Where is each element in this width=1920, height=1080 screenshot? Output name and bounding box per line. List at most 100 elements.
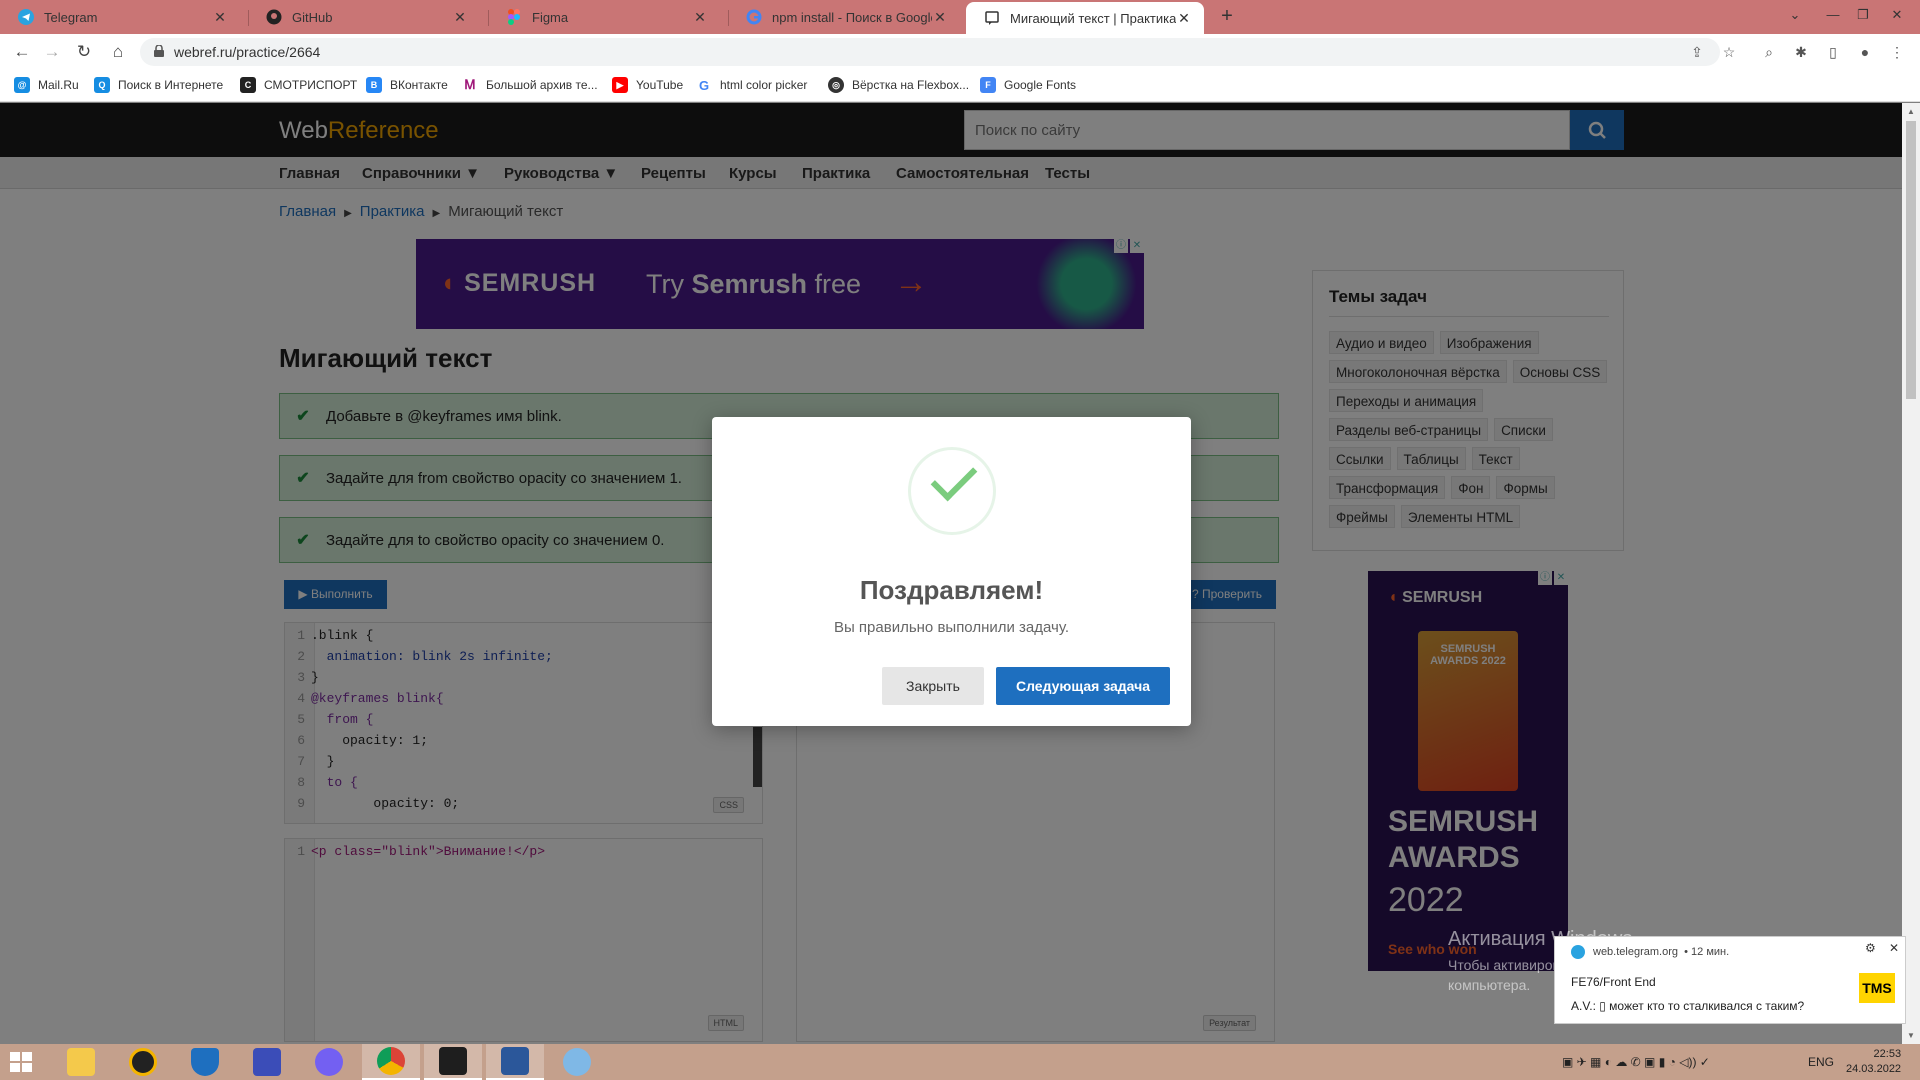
bookmark-smotrisport[interactable]: С СМОТРИСПОРТ (240, 77, 357, 93)
word-icon[interactable] (486, 1044, 544, 1080)
next-task-button[interactable]: Следующая задача (996, 667, 1170, 705)
bookmark-flexbox[interactable]: ◎ Вёрстка на Flexbox... (828, 77, 969, 93)
archive-icon: Ꮇ (462, 77, 478, 93)
windows-taskbar: ▣ ✈ ▦ ◐ ☁ ✆ ▣ ▮ ◔ ◁)) ✓ ENG 22:53 24.03.2… (0, 1044, 1920, 1080)
tab-title: Мигающий текст | Практика | W (1010, 10, 1176, 26)
defender-icon[interactable] (176, 1044, 234, 1080)
telegram-icon (18, 9, 34, 25)
close-tab-icon[interactable]: ✕ (452, 9, 468, 26)
scroll-up-icon[interactable]: ▲ (1907, 107, 1915, 116)
smotrisport-icon: С (240, 77, 256, 93)
tray-icons[interactable]: ▣ ✈ ▦ ◐ ☁ ✆ ▣ ▮ ◔ ◁)) ✓ (1562, 1055, 1710, 1069)
notification-message: A.V.: ▯ может кто то сталкивался с таким… (1571, 999, 1805, 1013)
success-check-icon (908, 447, 996, 535)
google-fonts-icon: F (980, 77, 996, 93)
bookmark-label: Поиск в Интернете (118, 78, 224, 92)
notification-source: web.telegram.org • 12 мин. (1571, 945, 1729, 959)
bookmark-label: Mail.Ru (38, 78, 79, 92)
url-text: webref.ru/practice/2664 (174, 44, 321, 60)
new-tab-button[interactable]: + (1214, 4, 1240, 30)
back-button[interactable]: ← (10, 40, 34, 64)
modal-message: Вы правильно выполнили задачу. (833, 619, 1070, 636)
bookmark-label: html color picker (720, 78, 808, 92)
tab-active-page[interactable]: Мигающий текст | Практика | W ✕ (966, 2, 1204, 34)
close-button[interactable]: Закрыть (882, 667, 984, 705)
figma-icon[interactable] (424, 1044, 482, 1080)
viber-icon[interactable] (300, 1044, 358, 1080)
bookmark-label: СМОТРИСПОРТ (264, 78, 358, 92)
tab-title: Figma (532, 9, 569, 25)
clock-time: 22:53 (1873, 1048, 1902, 1060)
scroll-down-icon[interactable]: ▼ (1907, 1031, 1915, 1040)
paint-icon[interactable] (548, 1044, 606, 1080)
bookmark-google-fonts[interactable]: F Google Fonts (980, 77, 1076, 93)
language-indicator[interactable]: ENG (1808, 1055, 1834, 1069)
close-tab-icon[interactable]: ✕ (692, 9, 708, 26)
google-icon: G (696, 77, 712, 93)
globe-icon: ◎ (828, 77, 844, 93)
save-disk-icon[interactable] (238, 1044, 296, 1080)
reload-button[interactable]: ↻ (72, 40, 96, 64)
bookmark-label: ВКонтакте (390, 78, 448, 92)
figma-icon (506, 9, 522, 25)
tab-figma[interactable]: Figma ✕ (488, 0, 720, 34)
forward-button[interactable]: → (40, 40, 64, 64)
close-tab-icon[interactable]: ✕ (212, 9, 228, 26)
bookmark-archive[interactable]: Ꮇ Большой архив те... (462, 77, 598, 93)
scrollbar-thumb[interactable] (1906, 121, 1916, 399)
page-icon (984, 10, 1000, 26)
bookmark-mailru[interactable]: @ Mail.Ru (14, 77, 79, 93)
success-modal: Поздравляем! Вы правильно выполнили зада… (712, 417, 1191, 726)
github-icon (266, 9, 282, 25)
youtube-icon: ▶ (612, 77, 628, 93)
bookmark-label: Google Fonts (1004, 78, 1077, 92)
explorer-icon[interactable] (52, 1044, 110, 1080)
aimp-icon[interactable] (114, 1044, 172, 1080)
tab-title: Telegram (44, 9, 98, 25)
notification-toast[interactable]: web.telegram.org • 12 мин. ⚙ ✕ FE76/Fron… (1554, 936, 1906, 1024)
bookmark-search[interactable]: Q Поиск в Интернете (94, 77, 223, 93)
home-button[interactable]: ⌂ (106, 40, 130, 64)
chrome-icon[interactable] (362, 1044, 420, 1080)
vk-icon: B (366, 77, 382, 93)
extensions-icon[interactable]: ✱ (1790, 41, 1812, 63)
zoom-icon[interactable]: ⌕ (1758, 41, 1780, 63)
modal-title: Поздравляем! (859, 575, 1044, 605)
share-icon[interactable]: ⇪ (1686, 41, 1708, 63)
lock-icon (154, 45, 164, 57)
page-scrollbar[interactable]: ▲ ▼ (1902, 103, 1920, 1044)
menu-icon[interactable]: ⋮ (1886, 41, 1908, 63)
tab-google-search[interactable]: npm install - Поиск в Google ✕ (728, 0, 960, 34)
tab-telegram[interactable]: Telegram ✕ (0, 0, 240, 34)
tab-title: npm install - Поиск в Google (772, 9, 932, 25)
browser-tab-bar: Telegram ✕ GitHub ✕ Figma ✕ npm install … (0, 0, 1920, 34)
tms-logo: TMS (1859, 973, 1895, 1003)
bookmarks-bar: @ Mail.Ru Q Поиск в Интернете С СМОТРИСПОРТ… (0, 70, 1920, 102)
tab-title: GitHub (292, 9, 333, 25)
bookmark-label: Большой архив те... (486, 78, 598, 92)
telegram-icon (1571, 945, 1585, 959)
bookmark-label: YouTube (636, 78, 684, 92)
close-icon[interactable]: ✕ (1889, 941, 1899, 955)
windows-start-icon[interactable] (10, 1052, 32, 1072)
bookmark-youtube[interactable]: ▶ YouTube (612, 77, 683, 93)
clock[interactable]: 22:53 24.03.2022 (1846, 1047, 1901, 1077)
bookmark-color-picker[interactable]: Ghtml color picker (696, 77, 807, 93)
tab-github[interactable]: GitHub ✕ (248, 0, 480, 34)
bookmark-label: Вёрстка на Flexbox... (852, 78, 970, 92)
notification-title: FE76/Front End (1571, 975, 1656, 989)
bookmark-vk[interactable]: B ВКонтакте (366, 77, 448, 93)
notification-origin: web.telegram.org (1593, 946, 1678, 958)
browser-toolbar: ← → ↻ ⌂ webref.ru/practice/2664 ⇪ ☆ ⌕ ✱ … (0, 34, 1920, 70)
close-tab-icon[interactable]: ✕ (1176, 10, 1192, 27)
side-panel-icon[interactable]: ▯ (1822, 41, 1844, 63)
address-bar[interactable]: webref.ru/practice/2664 (140, 38, 1720, 66)
clock-date: 24.03.2022 (1846, 1063, 1902, 1075)
close-window-button[interactable]: ✕ (1874, 0, 1920, 34)
mailru-icon: @ (14, 77, 30, 93)
close-tab-icon[interactable]: ✕ (932, 9, 948, 26)
profile-avatar-icon[interactable]: ● (1854, 41, 1876, 63)
notification-time: • 12 мин. (1684, 946, 1730, 958)
settings-icon[interactable]: ⚙ (1865, 941, 1876, 955)
bookmark-star-icon[interactable]: ☆ (1718, 41, 1740, 63)
